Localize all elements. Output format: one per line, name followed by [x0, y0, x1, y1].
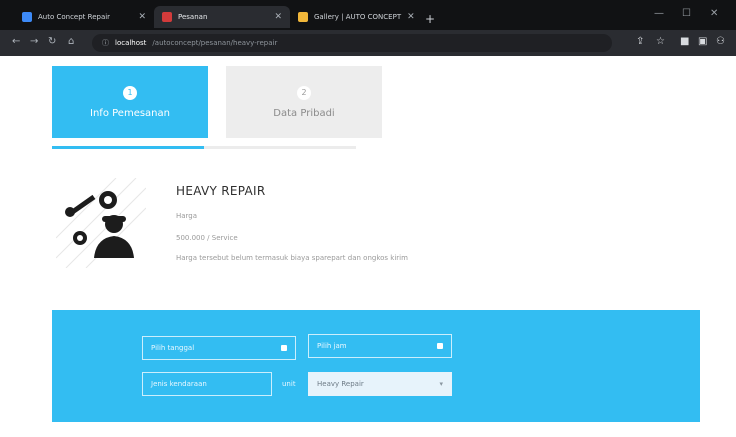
address-bar[interactable]: ⓘ localhost /autoconcept/pesanan/heavy-r… — [92, 34, 612, 52]
close-tab-icon[interactable]: ✕ — [138, 12, 146, 22]
service-title: HEAVY REPAIR — [176, 184, 266, 198]
booking-form-panel — [52, 310, 700, 422]
price-value: 500.000 / Service — [176, 234, 238, 242]
favicon-icon — [162, 12, 172, 22]
extension-icon[interactable]: ■ — [680, 36, 689, 47]
url-path: /autoconcept/pesanan/heavy-repair — [152, 39, 278, 47]
star-icon[interactable]: ☆ — [656, 36, 665, 47]
new-tab-button[interactable]: + — [425, 12, 435, 26]
sidebar-icon[interactable]: ▣ — [698, 36, 707, 47]
mechanic-illustration — [56, 178, 146, 268]
forward-icon[interactable]: → — [30, 36, 38, 47]
step-number: 2 — [297, 85, 311, 100]
clock-icon — [437, 343, 443, 349]
chevron-down-icon: ▾ — [439, 380, 443, 388]
step-label: Data Pribadi — [273, 107, 335, 119]
reload-icon[interactable]: ↻ — [48, 36, 56, 47]
back-icon[interactable]: ← — [12, 36, 20, 47]
browser-tab-3[interactable]: Gallery | AUTO CONCEPT ✕ — [290, 6, 420, 28]
url-host: localhost — [115, 39, 147, 47]
date-input-text: Pilih tanggal — [151, 344, 195, 352]
service-select-value: Heavy Repair — [317, 380, 364, 388]
tab-title: Pesanan — [178, 13, 208, 21]
date-input[interactable]: Pilih tanggal — [142, 336, 296, 360]
info-icon: ⓘ — [102, 39, 109, 47]
vehicle-input[interactable]: Jenis kendaraan — [142, 372, 272, 396]
browser-tab-2[interactable]: Pesanan ✕ — [154, 6, 290, 28]
close-window-icon[interactable]: ✕ — [710, 8, 718, 19]
tab-title: Gallery | AUTO CONCEPT — [314, 13, 402, 21]
unit-label: unit — [282, 380, 296, 388]
favicon-icon — [22, 12, 32, 22]
favicon-icon — [298, 12, 308, 22]
home-icon[interactable]: ⌂ — [68, 36, 74, 47]
time-input-text: Pilih jam — [317, 342, 347, 350]
step-data-pribadi[interactable]: 2 Data Pribadi — [226, 66, 382, 138]
share-icon[interactable]: ⇪ — [636, 36, 644, 47]
price-label: Harga — [176, 212, 198, 220]
time-input[interactable]: Pilih jam — [308, 334, 452, 358]
service-select[interactable]: Heavy Repair ▾ — [308, 372, 452, 396]
vehicle-input-text: Jenis kendaraan — [151, 380, 207, 388]
close-tab-icon[interactable]: ✕ — [407, 12, 415, 22]
close-tab-icon[interactable]: ✕ — [274, 12, 282, 22]
maximize-icon[interactable]: ☐ — [682, 8, 691, 19]
price-note: Harga tersebut belum termasuk biaya spar… — [176, 254, 408, 262]
step-label: Info Pemesanan — [90, 107, 170, 119]
browser-tab-1[interactable]: Auto Concept Repair ✕ — [14, 6, 154, 28]
step-info-pemesanan[interactable]: 1 Info Pemesanan — [52, 66, 208, 138]
calendar-icon — [281, 345, 287, 351]
profile-icon[interactable]: ⚇ — [716, 36, 725, 47]
minimize-icon[interactable]: — — [654, 8, 664, 19]
tab-title: Auto Concept Repair — [38, 13, 111, 21]
step-number: 1 — [123, 85, 137, 100]
step-progress-fill — [52, 146, 204, 149]
